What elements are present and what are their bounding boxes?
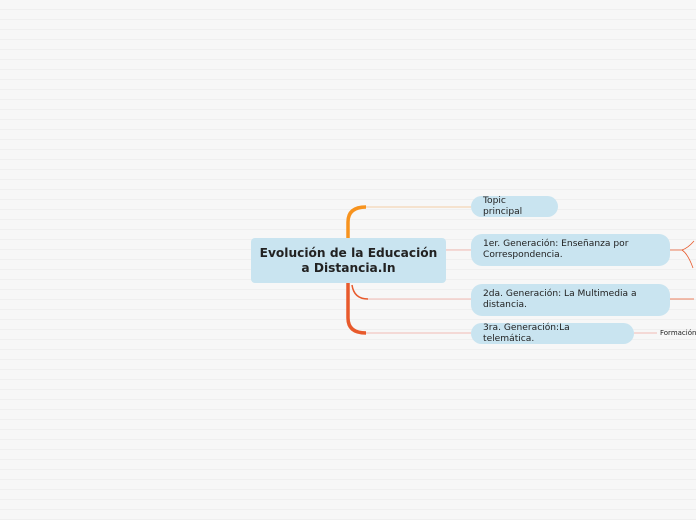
central-topic[interactable]: Evolución de la Educación a Distancia.In xyxy=(251,238,446,283)
topic-label: Topic principal xyxy=(483,195,523,217)
trunk-upper xyxy=(346,205,367,238)
central-topic-label: Evolución de la Educación a Distancia.In xyxy=(259,245,438,275)
topic-label: 2da. Generación: La Multimedia a distanc… xyxy=(483,289,637,310)
topic-node-principal[interactable]: Topic principal xyxy=(471,196,558,217)
topic-node-primera-generacion[interactable]: 1er. Generación: Enseñanza por Correspon… xyxy=(471,234,670,266)
topic-node-tercera-generacion[interactable]: 3ra. Generación:La telemática. xyxy=(471,323,634,344)
subtopic-label: Formación xyxy=(660,329,696,337)
topic-label: 1er. Generación: Enseñanza por Correspon… xyxy=(483,239,629,260)
trunk-lower xyxy=(346,283,367,335)
subtopic-formacion[interactable]: Formación xyxy=(660,328,696,338)
topic-label: 3ra. Generación:La telemática. xyxy=(483,322,570,344)
trunk-branch-gen2 xyxy=(351,284,369,300)
line-gen1-out xyxy=(670,240,695,269)
topic-node-segunda-generacion[interactable]: 2da. Generación: La Multimedia a distanc… xyxy=(471,284,670,316)
